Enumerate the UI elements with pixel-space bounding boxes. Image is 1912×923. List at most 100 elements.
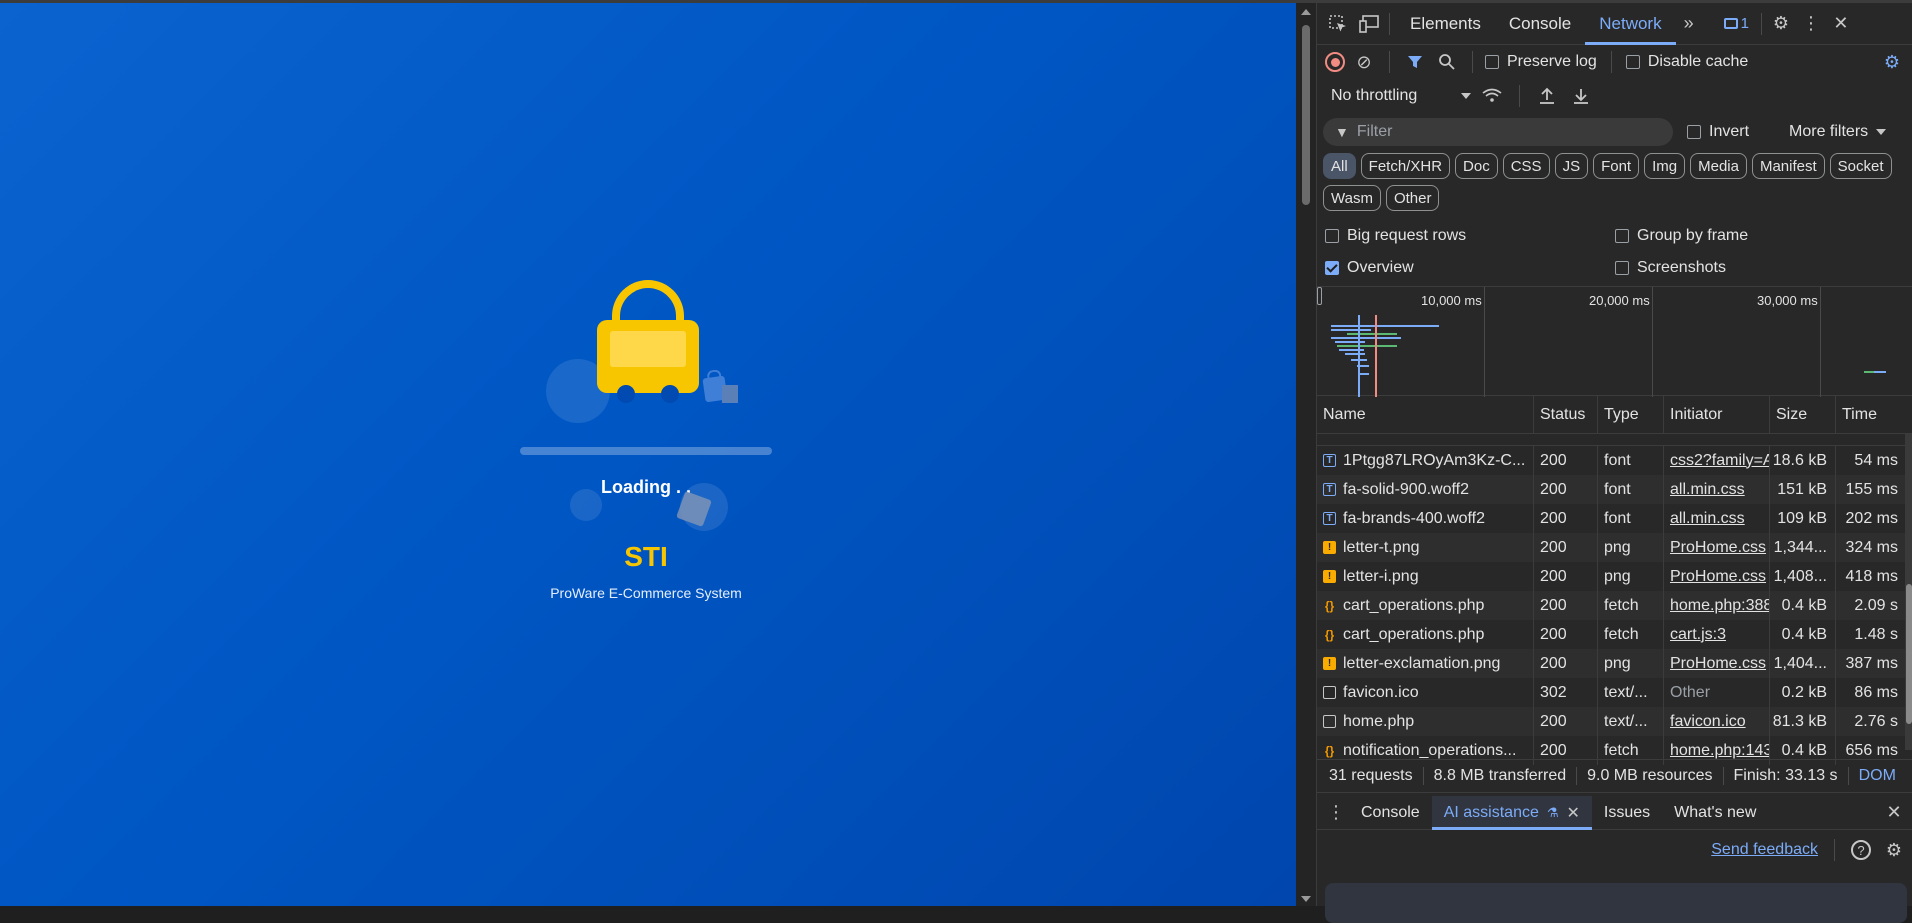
- scrollbar-thumb[interactable]: [1302, 25, 1310, 205]
- chip-all[interactable]: All: [1323, 153, 1356, 179]
- chip-js[interactable]: JS: [1554, 153, 1589, 179]
- request-initiator[interactable]: all.min.css: [1664, 504, 1770, 533]
- chip-font[interactable]: Font: [1593, 153, 1640, 179]
- ai-settings-gear-icon[interactable]: ⚙: [1881, 837, 1907, 863]
- column-initiator[interactable]: Initiator: [1664, 396, 1770, 433]
- request-initiator[interactable]: all.min.css: [1664, 475, 1770, 504]
- send-feedback-link[interactable]: Send feedback: [1711, 841, 1818, 859]
- checkbox[interactable]: [1615, 229, 1629, 243]
- checkbox[interactable]: [1615, 261, 1629, 275]
- import-har-upload-icon[interactable]: [1534, 83, 1560, 109]
- column-time[interactable]: Time: [1836, 396, 1906, 433]
- network-settings-gear-icon[interactable]: ⚙: [1879, 49, 1905, 75]
- more-tabs-icon[interactable]: »: [1676, 11, 1702, 37]
- timeline-handle[interactable]: [1317, 287, 1322, 305]
- network-overview-timeline[interactable]: 10,000 ms 20,000 ms 30,000 ms: [1317, 286, 1912, 397]
- drawer-tab-whats-new[interactable]: What's new: [1662, 796, 1768, 830]
- checkbox-checked[interactable]: [1325, 261, 1339, 275]
- checkbox[interactable]: [1625, 55, 1640, 69]
- table-scrollbar[interactable]: [1905, 434, 1912, 750]
- help-icon[interactable]: ?: [1851, 840, 1871, 860]
- checkbox[interactable]: [1325, 229, 1339, 243]
- table-row[interactable]: ! letter-t.png 200 png ProHome.css 1,344... 32…: [1317, 533, 1912, 562]
- clear-icon[interactable]: ⊘: [1351, 49, 1377, 75]
- chip-media[interactable]: Media: [1690, 153, 1747, 179]
- request-name[interactable]: home.php: [1317, 707, 1534, 736]
- column-status[interactable]: Status: [1534, 396, 1598, 433]
- device-toolbar-icon[interactable]: [1357, 11, 1383, 37]
- tab-elements[interactable]: Elements: [1396, 3, 1495, 45]
- table-row[interactable]: {} cart_operations.php 200 fetch cart.js:3 0.…: [1317, 620, 1912, 649]
- more-options-icon[interactable]: ⋮: [1798, 11, 1824, 37]
- invert-checkbox[interactable]: Invert: [1687, 123, 1749, 141]
- table-row[interactable]: T 1Ptgg87LROyAm3Kz-C... 200 font css2?family…: [1317, 446, 1912, 475]
- chip-socket[interactable]: Socket: [1829, 153, 1892, 179]
- chip-css[interactable]: CSS: [1502, 153, 1550, 179]
- request-initiator[interactable]: ProHome.css: [1664, 533, 1770, 562]
- table-row[interactable]: Tfa-solid-900.woff2 200 font all.min.css 151…: [1317, 475, 1912, 504]
- chip-doc[interactable]: Doc: [1455, 153, 1498, 179]
- request-name[interactable]: Tfa-brands-400.woff2: [1317, 504, 1534, 533]
- filter-funnel-icon[interactable]: [1402, 49, 1428, 75]
- chip-fetch-xhr[interactable]: Fetch/XHR: [1360, 153, 1451, 179]
- scroll-down-icon[interactable]: [1301, 896, 1311, 902]
- throttling-select[interactable]: No throttling: [1331, 87, 1471, 105]
- drawer-menu-icon[interactable]: ⋮: [1323, 800, 1349, 826]
- tab-console[interactable]: Console: [1495, 3, 1585, 45]
- chip-wasm[interactable]: Wasm: [1323, 185, 1381, 211]
- request-name[interactable]: ! letter-i.png: [1317, 562, 1534, 591]
- overview-checkbox[interactable]: Overview: [1325, 259, 1615, 277]
- inspect-element-icon[interactable]: [1325, 11, 1351, 37]
- chip-img[interactable]: Img: [1644, 153, 1686, 179]
- column-size[interactable]: Size: [1770, 396, 1836, 433]
- table-row[interactable]: Tfa-brands-400.woff2 200 font all.min.css 10…: [1317, 504, 1912, 533]
- drawer-tab-issues[interactable]: Issues: [1592, 796, 1662, 830]
- close-drawer-icon[interactable]: ✕: [1881, 800, 1907, 826]
- page-scrollbar[interactable]: [1296, 3, 1316, 906]
- search-icon[interactable]: [1434, 49, 1460, 75]
- close-devtools-icon[interactable]: ✕: [1828, 11, 1854, 37]
- stop-recording-icon[interactable]: [1325, 52, 1345, 72]
- chip-other[interactable]: Other: [1385, 185, 1440, 211]
- settings-gear-icon[interactable]: ⚙: [1768, 11, 1794, 37]
- request-initiator[interactable]: favicon.ico: [1664, 707, 1770, 736]
- group-by-frame-checkbox[interactable]: Group by frame: [1615, 227, 1905, 245]
- table-row[interactable]: ! letter-i.png 200 png ProHome.css 1,408... 41…: [1317, 562, 1912, 591]
- table-row[interactable]: ! letter-exclamation.png 200 png ProHome.css…: [1317, 649, 1912, 678]
- request-name[interactable]: {} cart_operations.php: [1317, 620, 1534, 649]
- request-initiator[interactable]: ProHome.css: [1664, 562, 1770, 591]
- drawer-tab-ai-assistance[interactable]: AI assistance ⚗ ✕: [1431, 795, 1592, 830]
- chip-manifest[interactable]: Manifest: [1751, 153, 1825, 179]
- big-request-rows-checkbox[interactable]: Big request rows: [1325, 227, 1615, 245]
- request-name[interactable]: T 1Ptgg87LROyAm3Kz-C...: [1317, 446, 1534, 475]
- request-name[interactable]: ! letter-t.png: [1317, 533, 1534, 562]
- filter-input[interactable]: ▼ Filter: [1323, 118, 1673, 146]
- column-name[interactable]: Name: [1317, 396, 1534, 433]
- request-name[interactable]: Tfa-solid-900.woff2: [1317, 475, 1534, 504]
- table-row[interactable]: home.php 200 text/... favicon.ico 81.3 kB 2.7…: [1317, 707, 1912, 736]
- request-name[interactable]: {} cart_operations.php: [1317, 591, 1534, 620]
- preserve-log-checkbox[interactable]: Preserve log: [1485, 53, 1597, 71]
- disable-cache-checkbox[interactable]: Disable cache: [1625, 53, 1748, 71]
- table-row[interactable]: {} cart_operations.php 200 fetch home.php:38…: [1317, 591, 1912, 620]
- issues-badge[interactable]: 1: [1723, 15, 1749, 32]
- scrollbar-thumb[interactable]: [1906, 584, 1912, 724]
- request-initiator[interactable]: home.php:388: [1664, 591, 1770, 620]
- request-name[interactable]: favicon.ico: [1317, 678, 1534, 707]
- table-row[interactable]: favicon.ico 302 text/... Other 0.2 kB 86 ms: [1317, 678, 1912, 707]
- drawer-tab-console[interactable]: Console: [1349, 796, 1432, 830]
- checkbox[interactable]: [1687, 125, 1701, 139]
- close-tab-icon[interactable]: ✕: [1567, 803, 1580, 823]
- request-initiator[interactable]: ProHome.css: [1664, 649, 1770, 678]
- checkbox[interactable]: [1485, 55, 1499, 69]
- request-initiator[interactable]: cart.js:3: [1664, 620, 1770, 649]
- column-type[interactable]: Type: [1598, 396, 1664, 433]
- request-name[interactable]: ! letter-exclamation.png: [1317, 649, 1534, 678]
- network-conditions-wifi-icon[interactable]: [1479, 83, 1505, 109]
- more-filters-dropdown[interactable]: More filters: [1789, 123, 1887, 141]
- request-initiator[interactable]: css2?family=A: [1664, 446, 1770, 475]
- screenshots-checkbox[interactable]: Screenshots: [1615, 259, 1905, 277]
- tab-network[interactable]: Network: [1585, 3, 1676, 45]
- scroll-up-icon[interactable]: [1301, 9, 1311, 15]
- export-har-download-icon[interactable]: [1568, 83, 1594, 109]
